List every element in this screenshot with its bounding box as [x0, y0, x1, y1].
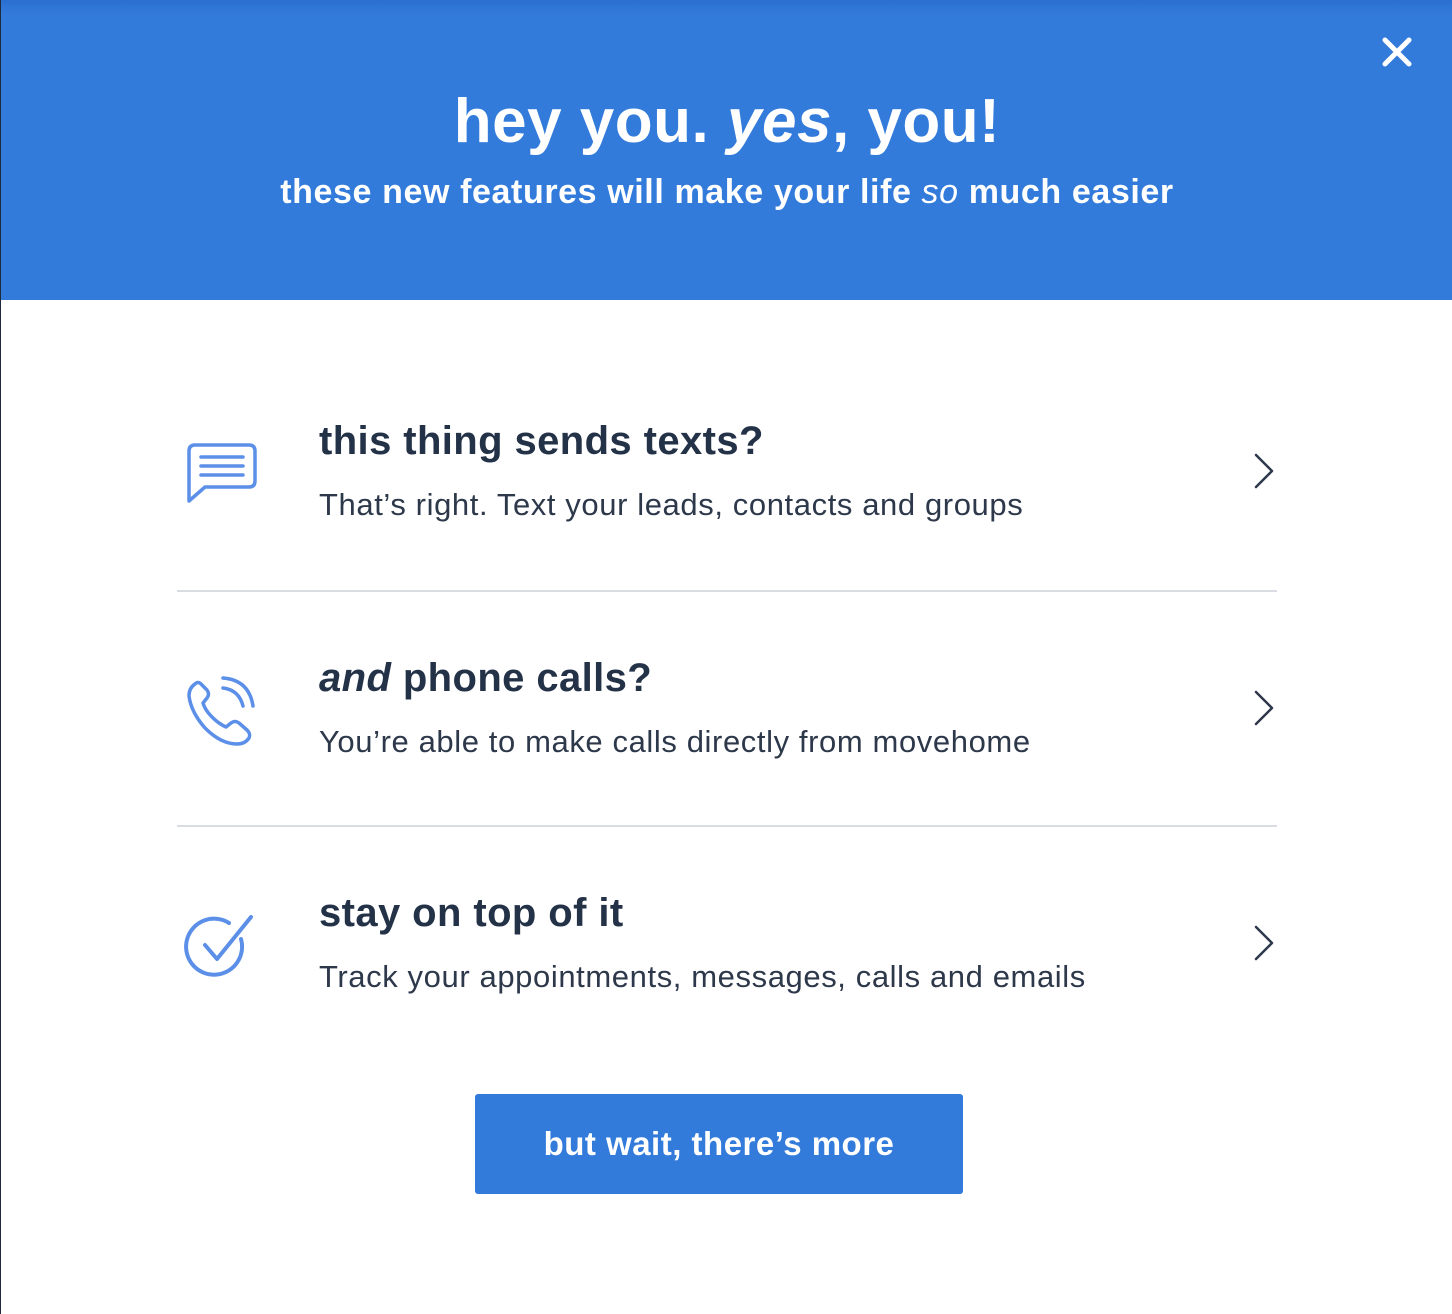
feature-item-texts[interactable]: this thing sends texts? That’s right. Te… [177, 355, 1277, 590]
feature-description: You’re able to make calls directly from … [319, 724, 1031, 759]
feature-item-calls[interactable]: and phone calls? You’re able to make cal… [177, 590, 1277, 825]
subhead-emphasis: so [921, 173, 959, 211]
headline-part2: , you! [831, 87, 1001, 156]
headline-part1: hey you. [453, 87, 727, 156]
modal-subhead: these new features will make your life s… [1, 170, 1452, 214]
feature-item-tracking[interactable]: stay on top of it Track your appointment… [177, 825, 1277, 1060]
feature-list: this thing sends texts? That’s right. Te… [177, 355, 1277, 1060]
close-icon [1382, 37, 1412, 67]
close-button[interactable] [1375, 30, 1419, 74]
more-features-button[interactable]: but wait, there’s more [475, 1094, 963, 1194]
feature-title: stay on top of it [319, 891, 624, 935]
chevron-right-icon [1254, 690, 1274, 726]
feature-title: and phone calls? [319, 654, 652, 702]
feature-title-emphasis: and [319, 656, 392, 700]
chevron-right-icon [1254, 453, 1274, 489]
subhead-part1: these new features will make your life [280, 173, 922, 211]
feature-title: this thing sends texts? [319, 419, 764, 463]
chevron-right-icon [1254, 925, 1274, 961]
feature-title-rest: phone calls? [391, 656, 653, 700]
feature-description: That’s right. Text your leads, contacts … [319, 487, 1024, 522]
feature-description: Track your appointments, messages, calls… [319, 959, 1086, 994]
checkmark-icon [184, 915, 253, 977]
subhead-part2: much easier [958, 173, 1174, 211]
modal-headline: hey you. yes, you! [1, 80, 1452, 164]
headline-emphasis: yes [726, 87, 832, 156]
feature-announcement-modal: hey you. yes, you! these new features wi… [0, 0, 1452, 1314]
phone-call-icon [187, 676, 255, 746]
message-icon [187, 443, 257, 503]
modal-header: hey you. yes, you! these new features wi… [1, 0, 1452, 300]
